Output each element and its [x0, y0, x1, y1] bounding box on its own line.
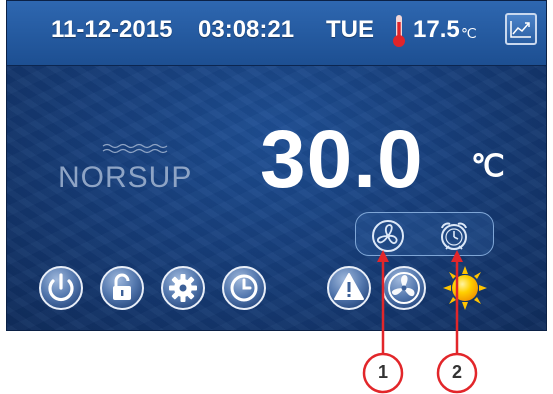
date-display: 11-12-2015	[51, 16, 173, 43]
settings-button[interactable]	[160, 265, 206, 311]
alarm-clock-status-icon	[441, 222, 467, 250]
graph-button[interactable]	[505, 13, 537, 45]
callout-2: 2	[451, 362, 462, 382]
logo-waves-icon	[102, 143, 168, 154]
fan-icon	[382, 266, 426, 310]
water-temperature: 30.0	[260, 114, 424, 205]
weekday-display: TUE	[326, 16, 374, 43]
power-icon	[39, 266, 83, 310]
controller-screen: 11-12-2015 03:08:21 TUE 17.5 ℃ NORSUP 30…	[6, 0, 547, 331]
clock-icon	[222, 266, 266, 310]
fan-status-icon	[372, 220, 404, 252]
room-temperature-unit: ℃	[461, 25, 477, 41]
room-temperature: 17.5	[413, 16, 460, 43]
timer-button[interactable]	[221, 265, 267, 311]
chart-icon	[510, 21, 531, 38]
thermometer-icon	[393, 15, 405, 47]
unlock-icon	[100, 266, 144, 310]
callout-1: 1	[377, 362, 388, 382]
status-bar: 11-12-2015 03:08:21 TUE 17.5 ℃	[7, 1, 546, 66]
unlock-button[interactable]	[99, 265, 145, 311]
warning-button[interactable]	[326, 265, 372, 311]
power-button[interactable]	[38, 265, 84, 311]
brand-logo: NORSUP	[58, 161, 193, 194]
gear-icon	[161, 266, 205, 310]
warning-icon	[327, 266, 371, 310]
heating-mode-button[interactable]	[442, 265, 488, 311]
water-temperature-unit: ℃	[471, 150, 505, 183]
time-display: 03:08:21	[198, 16, 295, 43]
sun-icon	[443, 266, 487, 310]
fan-button[interactable]	[381, 265, 427, 311]
